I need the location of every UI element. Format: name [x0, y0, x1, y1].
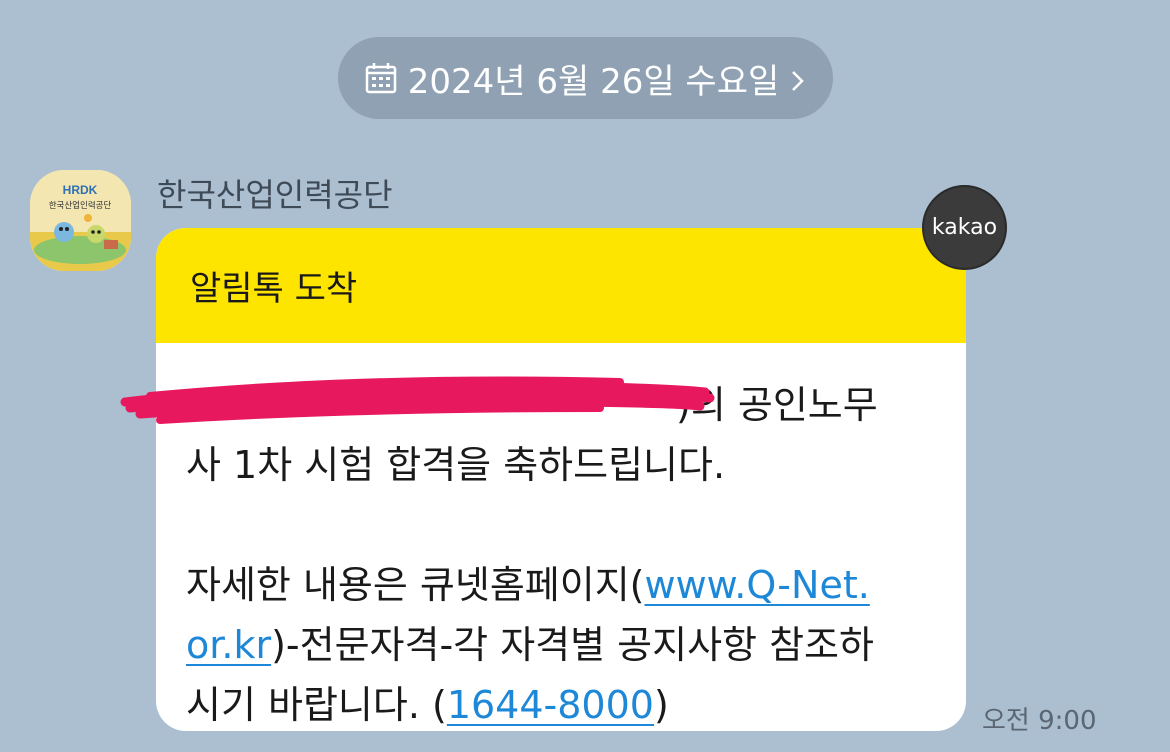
- qnet-link-part-1[interactable]: www.Q-Net.: [645, 563, 870, 607]
- message-line-1: )의 공인노무: [186, 375, 936, 435]
- message-body: )의 공인노무 사 1차 시험 합격을 축하드립니다. 자세한 내용은 큐넷홈페…: [156, 343, 966, 731]
- date-divider[interactable]: 2024년 6월 26일 수요일: [338, 37, 833, 119]
- avatar-org-text: 한국산업인력공단: [49, 200, 112, 211]
- sender-avatar[interactable]: HRDK 한국산업인력공단: [30, 170, 131, 271]
- message-line-1-tail: )의 공인노무: [676, 383, 878, 427]
- calendar-icon: [364, 61, 398, 95]
- message-line-4-tail: )-전문자격-각 자격별 공지사항 참조하: [271, 623, 874, 667]
- message-timestamp: 오전 9:00: [982, 706, 1097, 736]
- message-line-5-prefix: 시기 바랍니다. (: [186, 683, 447, 727]
- message-line-3: 자세한 내용은 큐넷홈페이지(www.Q-Net.: [186, 555, 936, 615]
- message-header: 알림톡 도착: [156, 228, 966, 343]
- message-line-3-prefix: 자세한 내용은 큐넷홈페이지(: [186, 563, 645, 607]
- avatar-logo-text: HRDK: [63, 183, 98, 197]
- message-header-label: 알림톡 도착: [190, 269, 358, 309]
- qnet-link-part-2[interactable]: or.kr: [186, 623, 271, 667]
- phone-link[interactable]: 1644-8000: [447, 683, 654, 727]
- message-line-5: 시기 바랍니다. (1644-8000): [186, 675, 936, 731]
- sender-name: 한국산업인력공단: [157, 176, 393, 214]
- kakao-badge: kakao: [922, 185, 1007, 270]
- chevron-right-icon: [789, 64, 807, 92]
- date-divider-label: 2024년 6월 26일 수요일: [407, 61, 780, 102]
- message-bubble[interactable]: 알림톡 도착 )의 공인노무 사 1차 시험 합격을 축하드립니다. 자세한 내…: [156, 228, 966, 731]
- chat-screen: 2024년 6월 26일 수요일 HRDK 한국산업인력공단 한국산업인력공단: [0, 0, 1170, 752]
- message-line-2: 사 1차 시험 합격을 축하드립니다.: [186, 443, 726, 487]
- kakao-badge-label: kakao: [931, 215, 998, 240]
- message-line-5-suffix: ): [653, 683, 669, 727]
- message-line-4: or.kr)-전문자격-각 자격별 공지사항 참조하: [186, 615, 936, 675]
